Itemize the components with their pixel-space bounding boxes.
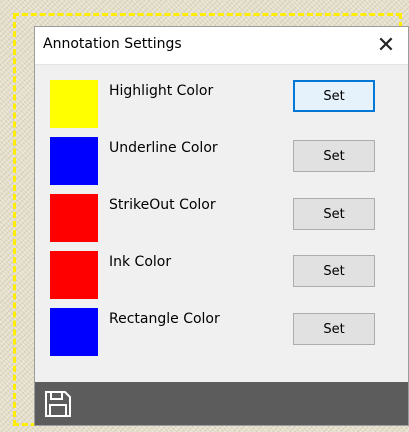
highlight-color-label: Highlight Color [109,83,214,99]
rectangle-color-label: Rectangle Color [109,311,220,327]
set-ink-color-button[interactable]: Set [293,255,375,287]
annotation-settings-dialog: Annotation Settings ✕ Highlight Color Se… [34,26,409,426]
highlight-color-row: Highlight Color Set [35,80,408,128]
rectangle-color-swatch [50,308,98,356]
strikeout-color-label: StrikeOut Color [109,197,216,213]
strikeout-color-swatch [50,194,98,242]
title-bar: Annotation Settings ✕ [35,27,408,65]
ink-color-row: Ink Color Set [35,251,408,299]
set-rectangle-color-button[interactable]: Set [293,313,375,345]
set-highlight-color-button[interactable]: Set [293,80,375,112]
dialog-title: Annotation Settings [43,36,182,52]
dialog-footer [35,382,408,425]
close-button[interactable]: ✕ [364,27,408,64]
ink-color-swatch [50,251,98,299]
underline-color-swatch [50,137,98,185]
set-underline-color-button[interactable]: Set [293,140,375,172]
close-icon: ✕ [376,32,396,58]
underline-color-row: Underline Color Set [35,137,408,185]
rectangle-color-row: Rectangle Color Set [35,308,408,356]
strikeout-color-row: StrikeOut Color Set [35,194,408,242]
underline-color-label: Underline Color [109,140,218,156]
set-strikeout-color-button[interactable]: Set [293,198,375,230]
ink-color-label: Ink Color [109,254,172,270]
save-icon[interactable] [43,389,73,419]
highlight-color-swatch [50,80,98,128]
